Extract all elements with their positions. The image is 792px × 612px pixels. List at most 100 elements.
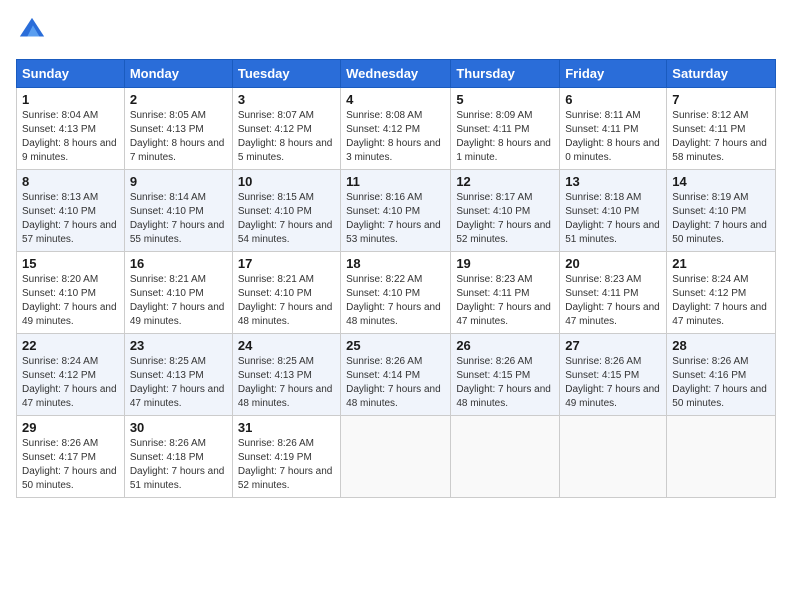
day-cell: 26 Sunrise: 8:26 AMSunset: 4:15 PMDaylig… bbox=[451, 334, 560, 416]
day-cell: 30 Sunrise: 8:26 AMSunset: 4:18 PMDaylig… bbox=[124, 416, 232, 498]
day-info: Sunrise: 8:13 AMSunset: 4:10 PMDaylight:… bbox=[22, 191, 119, 247]
day-cell: 14 Sunrise: 8:19 AMSunset: 4:10 PMDaylig… bbox=[667, 170, 776, 252]
day-number: 18 bbox=[346, 256, 445, 271]
day-info: Sunrise: 8:07 AMSunset: 4:12 PMDaylight:… bbox=[238, 109, 335, 165]
day-info: Sunrise: 8:26 AMSunset: 4:17 PMDaylight:… bbox=[22, 437, 119, 493]
day-number: 28 bbox=[672, 338, 770, 353]
day-number: 12 bbox=[456, 174, 554, 189]
day-info: Sunrise: 8:26 AMSunset: 4:19 PMDaylight:… bbox=[238, 437, 335, 493]
logo-icon bbox=[18, 16, 46, 44]
day-info: Sunrise: 8:26 AMSunset: 4:15 PMDaylight:… bbox=[456, 355, 554, 411]
day-info: Sunrise: 8:25 AMSunset: 4:13 PMDaylight:… bbox=[130, 355, 227, 411]
day-info: Sunrise: 8:25 AMSunset: 4:13 PMDaylight:… bbox=[238, 355, 335, 411]
day-number: 26 bbox=[456, 338, 554, 353]
day-number: 4 bbox=[346, 92, 445, 107]
day-cell: 31 Sunrise: 8:26 AMSunset: 4:19 PMDaylig… bbox=[232, 416, 340, 498]
day-info: Sunrise: 8:19 AMSunset: 4:10 PMDaylight:… bbox=[672, 191, 770, 247]
day-cell: 10 Sunrise: 8:15 AMSunset: 4:10 PMDaylig… bbox=[232, 170, 340, 252]
day-info: Sunrise: 8:26 AMSunset: 4:15 PMDaylight:… bbox=[565, 355, 661, 411]
day-info: Sunrise: 8:23 AMSunset: 4:11 PMDaylight:… bbox=[456, 273, 554, 329]
day-number: 1 bbox=[22, 92, 119, 107]
day-info: Sunrise: 8:18 AMSunset: 4:10 PMDaylight:… bbox=[565, 191, 661, 247]
day-info: Sunrise: 8:16 AMSunset: 4:10 PMDaylight:… bbox=[346, 191, 445, 247]
day-info: Sunrise: 8:22 AMSunset: 4:10 PMDaylight:… bbox=[346, 273, 445, 329]
week-row-5: 29 Sunrise: 8:26 AMSunset: 4:17 PMDaylig… bbox=[17, 416, 776, 498]
day-cell: 11 Sunrise: 8:16 AMSunset: 4:10 PMDaylig… bbox=[341, 170, 451, 252]
day-cell: 24 Sunrise: 8:25 AMSunset: 4:13 PMDaylig… bbox=[232, 334, 340, 416]
col-header-wednesday: Wednesday bbox=[341, 60, 451, 88]
day-cell bbox=[341, 416, 451, 498]
col-header-monday: Monday bbox=[124, 60, 232, 88]
day-info: Sunrise: 8:26 AMSunset: 4:18 PMDaylight:… bbox=[130, 437, 227, 493]
day-number: 19 bbox=[456, 256, 554, 271]
day-cell: 28 Sunrise: 8:26 AMSunset: 4:16 PMDaylig… bbox=[667, 334, 776, 416]
day-cell: 25 Sunrise: 8:26 AMSunset: 4:14 PMDaylig… bbox=[341, 334, 451, 416]
day-cell: 5 Sunrise: 8:09 AMSunset: 4:11 PMDayligh… bbox=[451, 88, 560, 170]
day-cell: 4 Sunrise: 8:08 AMSunset: 4:12 PMDayligh… bbox=[341, 88, 451, 170]
day-number: 10 bbox=[238, 174, 335, 189]
day-info: Sunrise: 8:14 AMSunset: 4:10 PMDaylight:… bbox=[130, 191, 227, 247]
day-number: 3 bbox=[238, 92, 335, 107]
day-number: 17 bbox=[238, 256, 335, 271]
day-number: 31 bbox=[238, 420, 335, 435]
col-header-thursday: Thursday bbox=[451, 60, 560, 88]
day-number: 7 bbox=[672, 92, 770, 107]
day-info: Sunrise: 8:21 AMSunset: 4:10 PMDaylight:… bbox=[130, 273, 227, 329]
day-info: Sunrise: 8:09 AMSunset: 4:11 PMDaylight:… bbox=[456, 109, 554, 165]
day-cell: 18 Sunrise: 8:22 AMSunset: 4:10 PMDaylig… bbox=[341, 252, 451, 334]
day-cell: 13 Sunrise: 8:18 AMSunset: 4:10 PMDaylig… bbox=[560, 170, 667, 252]
day-number: 11 bbox=[346, 174, 445, 189]
day-cell: 20 Sunrise: 8:23 AMSunset: 4:11 PMDaylig… bbox=[560, 252, 667, 334]
col-header-saturday: Saturday bbox=[667, 60, 776, 88]
week-row-1: 1 Sunrise: 8:04 AMSunset: 4:13 PMDayligh… bbox=[17, 88, 776, 170]
day-info: Sunrise: 8:08 AMSunset: 4:12 PMDaylight:… bbox=[346, 109, 445, 165]
day-info: Sunrise: 8:23 AMSunset: 4:11 PMDaylight:… bbox=[565, 273, 661, 329]
day-cell: 29 Sunrise: 8:26 AMSunset: 4:17 PMDaylig… bbox=[17, 416, 125, 498]
day-info: Sunrise: 8:15 AMSunset: 4:10 PMDaylight:… bbox=[238, 191, 335, 247]
day-info: Sunrise: 8:04 AMSunset: 4:13 PMDaylight:… bbox=[22, 109, 119, 165]
day-info: Sunrise: 8:17 AMSunset: 4:10 PMDaylight:… bbox=[456, 191, 554, 247]
day-info: Sunrise: 8:20 AMSunset: 4:10 PMDaylight:… bbox=[22, 273, 119, 329]
day-number: 25 bbox=[346, 338, 445, 353]
day-number: 6 bbox=[565, 92, 661, 107]
day-number: 27 bbox=[565, 338, 661, 353]
week-row-2: 8 Sunrise: 8:13 AMSunset: 4:10 PMDayligh… bbox=[17, 170, 776, 252]
day-cell: 2 Sunrise: 8:05 AMSunset: 4:13 PMDayligh… bbox=[124, 88, 232, 170]
day-cell: 21 Sunrise: 8:24 AMSunset: 4:12 PMDaylig… bbox=[667, 252, 776, 334]
day-cell: 19 Sunrise: 8:23 AMSunset: 4:11 PMDaylig… bbox=[451, 252, 560, 334]
day-cell: 1 Sunrise: 8:04 AMSunset: 4:13 PMDayligh… bbox=[17, 88, 125, 170]
day-number: 13 bbox=[565, 174, 661, 189]
day-number: 20 bbox=[565, 256, 661, 271]
week-row-3: 15 Sunrise: 8:20 AMSunset: 4:10 PMDaylig… bbox=[17, 252, 776, 334]
day-cell bbox=[667, 416, 776, 498]
calendar-table: SundayMondayTuesdayWednesdayThursdayFrid… bbox=[16, 59, 776, 498]
page-header bbox=[16, 16, 776, 49]
day-info: Sunrise: 8:12 AMSunset: 4:11 PMDaylight:… bbox=[672, 109, 770, 165]
col-header-sunday: Sunday bbox=[17, 60, 125, 88]
logo bbox=[16, 16, 50, 49]
day-cell: 16 Sunrise: 8:21 AMSunset: 4:10 PMDaylig… bbox=[124, 252, 232, 334]
day-info: Sunrise: 8:26 AMSunset: 4:14 PMDaylight:… bbox=[346, 355, 445, 411]
day-number: 5 bbox=[456, 92, 554, 107]
col-header-friday: Friday bbox=[560, 60, 667, 88]
day-number: 16 bbox=[130, 256, 227, 271]
day-cell: 27 Sunrise: 8:26 AMSunset: 4:15 PMDaylig… bbox=[560, 334, 667, 416]
day-info: Sunrise: 8:24 AMSunset: 4:12 PMDaylight:… bbox=[672, 273, 770, 329]
day-info: Sunrise: 8:26 AMSunset: 4:16 PMDaylight:… bbox=[672, 355, 770, 411]
day-cell: 12 Sunrise: 8:17 AMSunset: 4:10 PMDaylig… bbox=[451, 170, 560, 252]
calendar-header-row: SundayMondayTuesdayWednesdayThursdayFrid… bbox=[17, 60, 776, 88]
day-number: 23 bbox=[130, 338, 227, 353]
day-number: 30 bbox=[130, 420, 227, 435]
day-cell: 3 Sunrise: 8:07 AMSunset: 4:12 PMDayligh… bbox=[232, 88, 340, 170]
day-cell: 15 Sunrise: 8:20 AMSunset: 4:10 PMDaylig… bbox=[17, 252, 125, 334]
day-cell bbox=[560, 416, 667, 498]
day-info: Sunrise: 8:05 AMSunset: 4:13 PMDaylight:… bbox=[130, 109, 227, 165]
day-info: Sunrise: 8:24 AMSunset: 4:12 PMDaylight:… bbox=[22, 355, 119, 411]
day-number: 14 bbox=[672, 174, 770, 189]
day-number: 24 bbox=[238, 338, 335, 353]
day-number: 22 bbox=[22, 338, 119, 353]
day-number: 2 bbox=[130, 92, 227, 107]
day-number: 29 bbox=[22, 420, 119, 435]
day-number: 8 bbox=[22, 174, 119, 189]
day-cell: 17 Sunrise: 8:21 AMSunset: 4:10 PMDaylig… bbox=[232, 252, 340, 334]
